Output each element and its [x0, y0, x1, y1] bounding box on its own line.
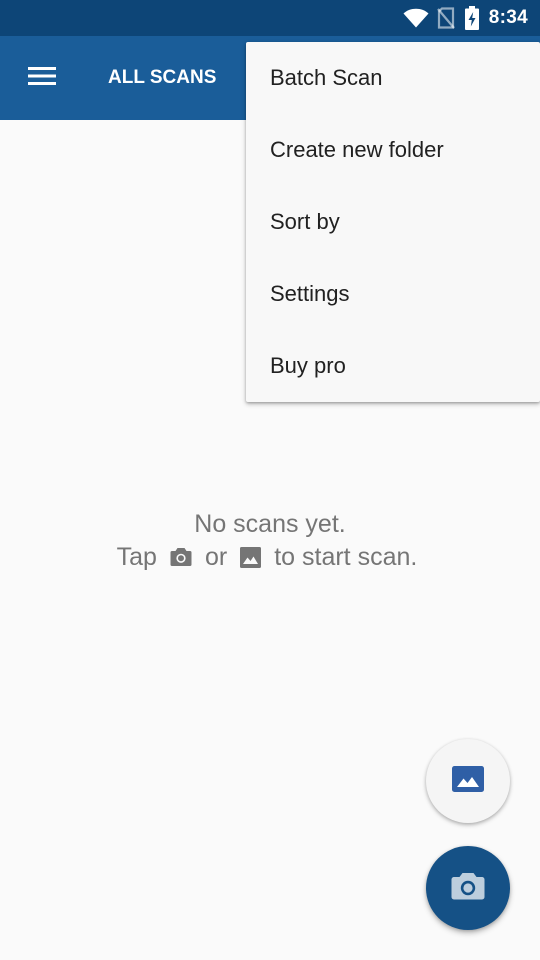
image-icon: [240, 546, 262, 568]
status-time: 8:34: [488, 7, 528, 28]
empty-state-hint: Tap or to start scan.: [0, 540, 540, 574]
menu-item-settings[interactable]: Settings: [246, 258, 540, 330]
battery-charging-icon: [464, 6, 479, 30]
status-icons: 8:34: [403, 0, 528, 36]
empty-state-suffix: to start scan.: [274, 542, 418, 571]
gallery-fab-button[interactable]: [426, 739, 510, 823]
empty-state-title: No scans yet.: [194, 510, 346, 538]
camera-fab-button[interactable]: [426, 846, 510, 930]
page-title: ALL SCANS: [108, 67, 217, 88]
image-icon: [452, 765, 484, 797]
camera-icon: [170, 547, 192, 567]
empty-state-or: or: [204, 542, 228, 571]
empty-state-tap: Tap: [116, 542, 157, 571]
empty-state: No scans yet. Tap or to start scan.: [0, 508, 540, 574]
menu-item-batch-scan[interactable]: Batch Scan: [246, 42, 540, 114]
menu-icon: [28, 66, 56, 91]
menu-item-sort-by[interactable]: Sort by: [246, 186, 540, 258]
overflow-menu: Batch Scan Create new folder Sort by Set…: [246, 42, 540, 402]
status-bar: 8:34: [0, 0, 540, 36]
camera-icon: [451, 871, 485, 906]
wifi-icon: [403, 8, 429, 28]
menu-item-create-new-folder[interactable]: Create new folder: [246, 114, 540, 186]
menu-item-buy-pro[interactable]: Buy pro: [246, 330, 540, 402]
menu-button[interactable]: [14, 56, 70, 100]
no-sim-icon: [436, 7, 455, 29]
